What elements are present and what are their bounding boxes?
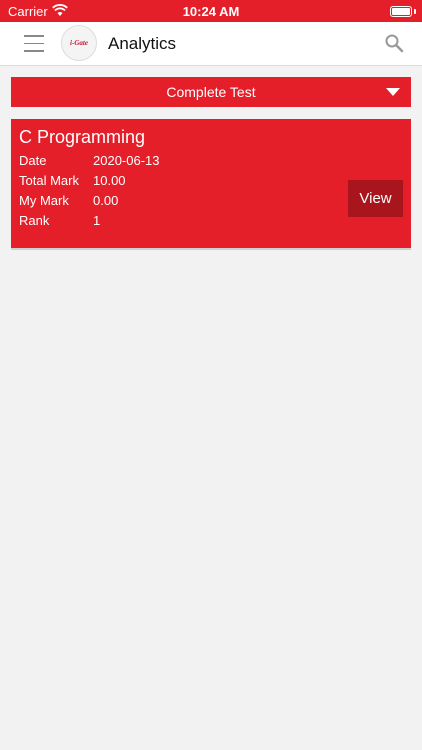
menu-icon[interactable] [24,35,44,53]
status-time: 10:24 AM [182,4,240,19]
battery-icon [390,6,412,17]
detail-row-rank: Rank 1 [19,213,100,228]
dropdown-selected-value: Complete Test [166,84,256,100]
test-type-dropdown[interactable]: Complete Test [11,77,411,107]
detail-row-total-mark: Total Mark 10.00 [19,173,126,188]
row-value: 2020-06-13 [93,153,160,168]
result-card: C Programming Date 2020-06-13 Total Mark 1… [11,119,411,250]
detail-row-my-mark: My Mark 0.00 [19,193,118,208]
logo-text: i-Gate [70,39,88,47]
card-title: C Programming [19,127,146,147]
row-value: 1 [93,213,101,228]
view-button[interactable]: View [348,180,403,217]
navigation-bar: i-Gate Analytics [0,22,422,66]
status-bar: Carrier 10:24 AM [0,0,422,22]
row-label: Total Mark [19,173,79,188]
caret-down-icon [386,88,400,96]
app-logo: i-Gate [61,25,97,61]
row-value: 0.00 [93,193,119,208]
row-label: Rank [19,213,50,228]
search-icon[interactable] [384,33,404,53]
row-label: Date [19,153,47,168]
row-label: My Mark [19,193,69,208]
detail-row-date: Date 2020-06-13 [19,153,160,168]
page-title: Analytics [108,34,177,53]
row-value: 10.00 [93,173,126,188]
